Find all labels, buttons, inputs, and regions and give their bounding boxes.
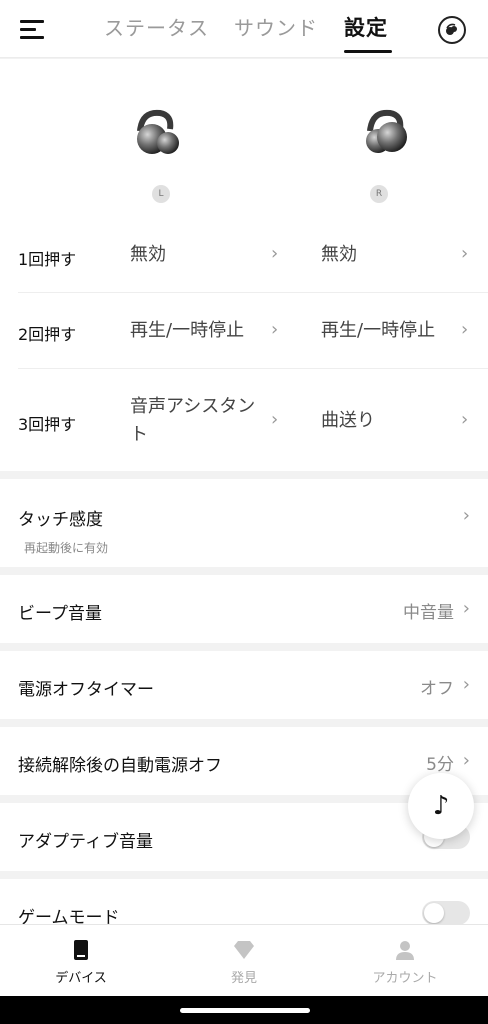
auto-power-off-value: 5分 — [426, 755, 454, 775]
chevron-right-icon: › — [271, 243, 279, 264]
chevron-right-icon: › — [462, 674, 470, 695]
tap-row-double: 2回押す 再生/一時停止 › 再生/一時停止 › — [0, 293, 488, 369]
right-triple-tap-select[interactable]: 曲送り — [321, 407, 451, 435]
nav-account[interactable]: アカウント — [350, 939, 460, 986]
chevron-right-icon: › — [462, 598, 470, 619]
tap-row-label: 2回押す — [18, 325, 77, 344]
chevron-right-icon: › — [462, 505, 470, 526]
nav-devices[interactable]: デバイス — [26, 939, 136, 986]
chevron-right-icon: › — [461, 319, 469, 340]
right-side-badge: R — [370, 185, 388, 203]
tap-row-label: 3回押す — [18, 415, 77, 434]
right-double-tap-select[interactable]: 再生/一時停止 — [321, 317, 451, 345]
home-indicator[interactable] — [180, 1008, 310, 1013]
menu-icon[interactable] — [20, 18, 48, 40]
power-off-timer-title: 電源オフタイマー — [18, 680, 154, 700]
adaptive-volume-title: アダプティブ音量 — [18, 832, 153, 852]
nav-account-label: アカウント — [372, 971, 438, 986]
nav-devices-label: デバイス — [55, 971, 107, 986]
right-single-tap-select[interactable]: 無効 — [321, 241, 451, 269]
right-earbud-image — [366, 109, 407, 153]
tap-controls-card: L R 1回押す 無効 › 無効 › 2回押す 再生/一時停止 › 再生/一時停… — [0, 59, 488, 471]
touch-sensitivity-row[interactable]: タッチ感度 再起動後に有効 › — [0, 479, 488, 567]
left-double-tap-select[interactable]: 再生/一時停止 — [130, 317, 270, 345]
auto-power-off-title: 接続解除後の自動電源オフ — [18, 756, 222, 776]
game-mode-toggle[interactable] — [422, 901, 470, 925]
touch-sensitivity-note: 再起動後に有効 — [24, 541, 109, 555]
left-triple-tap-select[interactable]: 音声アシスタント — [130, 393, 270, 449]
beep-volume-row[interactable]: ビープ音量 中音量 › — [0, 575, 488, 643]
power-off-timer-row[interactable]: 電源オフタイマー オフ › — [0, 651, 488, 719]
nav-discover[interactable]: 発見 — [189, 939, 299, 986]
power-off-timer-value: オフ — [420, 679, 454, 699]
nav-discover-label: 発見 — [230, 971, 257, 986]
touch-sensitivity-title: タッチ感度 — [18, 510, 103, 530]
user-icon — [396, 941, 414, 960]
bottom-nav: デバイス 発見 アカウント — [0, 924, 488, 996]
system-home-bar — [0, 996, 488, 1024]
device-icon — [74, 940, 88, 960]
music-note-icon[interactable]: ♪ — [408, 773, 474, 839]
tab-sound[interactable]: サウンド — [234, 12, 318, 41]
earbud-icon[interactable] — [438, 16, 466, 44]
chevron-right-icon: › — [461, 409, 469, 430]
active-tab-indicator — [344, 50, 392, 53]
top-bar: ステータス サウンド 設定 — [0, 0, 488, 58]
chevron-right-icon: › — [461, 243, 469, 264]
chevron-right-icon: › — [271, 319, 279, 340]
chevron-right-icon: › — [462, 750, 470, 771]
tab-settings[interactable]: 設定 — [344, 12, 388, 42]
game-mode-row: ゲームモード — [0, 879, 488, 929]
beep-volume-title: ビープ音量 — [18, 604, 102, 624]
left-earbud-image — [137, 109, 179, 154]
tap-row-single: 1回押す 無効 › 無効 › — [0, 227, 488, 293]
diamond-icon — [234, 941, 254, 959]
left-single-tap-select[interactable]: 無効 — [130, 241, 270, 269]
left-side-badge: L — [152, 185, 170, 203]
tap-row-label: 1回押す — [18, 250, 77, 269]
tab-status[interactable]: ステータス — [104, 12, 209, 41]
chevron-right-icon: › — [271, 409, 279, 430]
tap-row-triple: 3回押す 音声アシスタント › 曲送り › — [0, 369, 488, 471]
beep-volume-value: 中音量 — [403, 603, 454, 623]
